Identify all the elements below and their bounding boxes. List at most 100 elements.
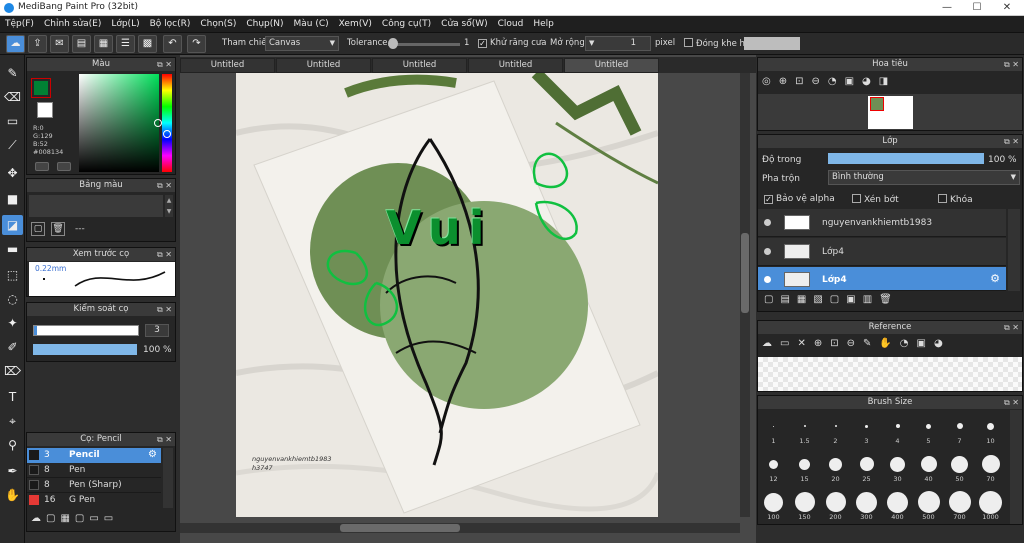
layer-row[interactable]: nguyenvankhiemtb1983 <box>758 209 1006 237</box>
trash-icon[interactable]: 🗑 <box>51 222 65 236</box>
eye-icon[interactable] <box>764 219 771 226</box>
palette-swatch-area[interactable] <box>29 195 163 217</box>
reference-select[interactable]: Canvas ▼ <box>265 36 339 51</box>
menu-tools[interactable]: Công cụ(T) <box>377 16 436 33</box>
panel-controls[interactable]: ⧉ ✕ <box>1004 396 1019 409</box>
minimize-button[interactable]: — <box>932 0 962 16</box>
share-icon[interactable]: ⇪ <box>28 35 47 53</box>
layer-actions[interactable]: ▢▤▦▧▢▣▥🗑 <box>764 294 899 305</box>
scroll-thumb[interactable] <box>340 524 460 532</box>
hue-cursor[interactable] <box>163 130 171 138</box>
blend-mode-select[interactable]: Bình thường ▼ <box>828 170 1020 185</box>
canvas-vertical-scrollbar[interactable] <box>740 73 750 517</box>
brush-size-preset[interactable]: 20 <box>820 448 851 486</box>
fill-rect-tool-icon[interactable]: ■ <box>2 189 23 209</box>
gear-icon[interactable]: ⚙ <box>148 449 157 460</box>
brush-item[interactable]: 3 Pencil ⚙ <box>27 448 161 463</box>
brush-size-preset[interactable]: 12 <box>758 448 789 486</box>
close-button[interactable]: ✕ <box>992 0 1022 16</box>
magic-wand-icon[interactable]: ✦ <box>2 313 23 333</box>
panel-controls[interactable]: ⧉ ✕ <box>157 303 172 316</box>
gradient-tool-icon[interactable]: ▬ <box>2 239 23 259</box>
menu-edit[interactable]: Chỉnh sửa(E) <box>39 16 106 33</box>
menu-cloud[interactable]: Cloud <box>493 16 529 33</box>
brush-size-preset[interactable]: 7 <box>944 410 975 448</box>
operation-tool-icon[interactable]: ⌖ <box>2 411 23 431</box>
tolerance-slider-handle[interactable] <box>388 38 398 49</box>
document-icon[interactable]: ▦ <box>94 35 113 53</box>
panel-controls[interactable]: ⧉ ✕ <box>157 58 172 71</box>
lock-checkbox[interactable]: Khóa <box>938 194 973 205</box>
lasso-tool-icon[interactable]: ◌ <box>2 289 23 309</box>
eyedropper-icon[interactable]: ⚲ <box>2 435 23 455</box>
menu-window[interactable]: Cửa sổ(W) <box>436 16 492 33</box>
brush-size-preset[interactable]: 300 <box>851 486 882 524</box>
palette-name-field[interactable]: --- <box>75 224 85 234</box>
reference-view[interactable] <box>758 357 1022 391</box>
layer-row-selected[interactable]: Lớp4 ⚙ <box>758 267 1006 291</box>
brush-size-slider[interactable] <box>33 325 139 336</box>
brush-list-actions[interactable]: ☁▢▦▢▭▭ <box>31 513 118 524</box>
expand-spinbox[interactable]: ▼ 1 <box>585 36 651 51</box>
brush-opacity-slider[interactable] <box>33 344 137 355</box>
cloud-icon[interactable]: ☁ <box>6 35 25 53</box>
brush-size-preset[interactable]: 3 <box>851 410 882 448</box>
brush-size-preset[interactable]: 2 <box>820 410 851 448</box>
layer-row[interactable]: Lớp4 <box>758 238 1006 266</box>
tab-untitled-3[interactable]: Untitled <box>372 58 467 73</box>
brush-size-preset[interactable]: 30 <box>882 448 913 486</box>
color-option-button[interactable] <box>35 162 49 171</box>
brush-size-preset[interactable]: 200 <box>820 486 851 524</box>
eye-icon[interactable] <box>764 276 771 283</box>
tab-untitled-2[interactable]: Untitled <box>276 58 371 73</box>
navigator-controls[interactable]: ◎⊕⊡⊖◔▣◕◨ <box>762 76 896 87</box>
eye-icon[interactable] <box>764 248 771 255</box>
eraser-tool-icon[interactable]: ⌫ <box>2 87 23 107</box>
navigator-view[interactable] <box>758 94 1022 130</box>
color-swap-button[interactable] <box>57 162 71 171</box>
brush-list-scrollbar[interactable] <box>163 448 173 508</box>
menu-layer[interactable]: Lớp(L) <box>106 16 144 33</box>
panel-controls[interactable]: ⧉ ✕ <box>1004 135 1019 148</box>
pen-tool-icon[interactable]: ✒ <box>2 461 23 481</box>
select-rect-icon[interactable]: ⬚ <box>2 265 23 285</box>
brush-size-value[interactable]: 3 <box>145 324 169 337</box>
brush-size-preset[interactable]: 400 <box>882 486 913 524</box>
dot-tool-icon[interactable]: ⟋ <box>2 135 23 155</box>
comment-icon[interactable]: ✉ <box>50 35 69 53</box>
grid-icon[interactable]: ▩ <box>138 35 157 53</box>
brush-size-preset[interactable]: 1000 <box>975 486 1006 524</box>
tab-untitled-5[interactable]: Untitled <box>564 58 659 73</box>
new-palette-icon[interactable]: ▢ <box>31 222 45 236</box>
list-icon[interactable]: ☰ <box>116 35 135 53</box>
redo-icon[interactable]: ↷ <box>187 35 206 53</box>
gear-icon[interactable]: ⚙ <box>990 272 1000 285</box>
rectangle-tool-icon[interactable]: ▭ <box>2 111 23 131</box>
brush-size-preset[interactable]: 150 <box>789 486 820 524</box>
panel-controls[interactable]: ⧉ ✕ <box>157 433 172 446</box>
brush-size-preset[interactable]: 1 <box>758 410 789 448</box>
brush-size-preset[interactable]: 5 <box>913 410 944 448</box>
brush-size-preset[interactable]: 700 <box>944 486 975 524</box>
layer-scrollbar[interactable] <box>1008 209 1020 291</box>
select-eraser-icon[interactable]: ⌦ <box>2 361 23 381</box>
color-cursor[interactable] <box>154 119 162 127</box>
brush-size-preset[interactable]: 70 <box>975 448 1006 486</box>
menu-view[interactable]: Xem(V) <box>334 16 377 33</box>
gap-level-field[interactable] <box>744 37 800 50</box>
brush-tool-icon[interactable]: ✎ <box>2 63 23 83</box>
bucket-tool-icon[interactable]: ◪ <box>2 215 23 235</box>
move-tool-icon[interactable]: ✥ <box>2 163 23 183</box>
antialias-checkbox[interactable]: ✓ Khử răng cưa <box>478 38 547 48</box>
brush-size-preset[interactable]: 1.5 <box>789 410 820 448</box>
primary-color-swatch[interactable] <box>31 78 51 98</box>
brush-size-scrollbar[interactable] <box>1010 410 1022 524</box>
document-canvas[interactable]: Vui nguyenvankhiemtb1983 h3747 <box>236 73 658 517</box>
brush-size-preset[interactable]: 15 <box>789 448 820 486</box>
layer-opacity-slider[interactable] <box>828 153 984 164</box>
select-pen-icon[interactable]: ✐ <box>2 337 23 357</box>
hand-tool-icon[interactable]: ✋ <box>2 485 23 505</box>
page-icon[interactable]: ▤ <box>72 35 91 53</box>
menu-help[interactable]: Help <box>528 16 559 33</box>
saturation-value-picker[interactable] <box>79 74 162 172</box>
